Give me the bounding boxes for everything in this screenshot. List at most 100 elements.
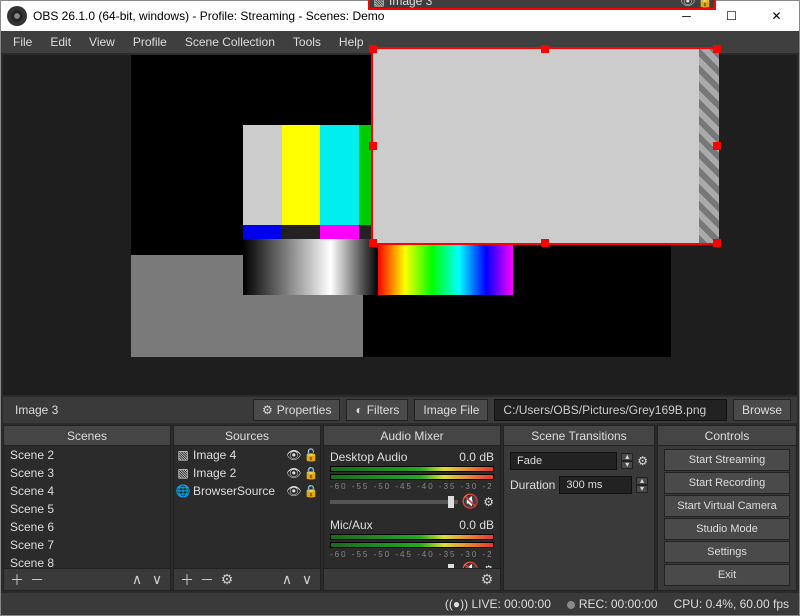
transition-select[interactable]: Fade (510, 452, 617, 470)
menu-help[interactable]: Help (331, 33, 372, 51)
handle-bm[interactable] (541, 239, 549, 247)
add-scene-button[interactable]: ＋ (8, 571, 26, 589)
scene-down-button[interactable]: ∨ (148, 571, 166, 589)
channel-level: 0.0 dB (459, 518, 494, 532)
scene-item[interactable]: Scene 4 (4, 482, 170, 500)
sources-header: Sources (174, 426, 320, 446)
live-status: ((●)) LIVE: 00:00:00 (445, 597, 551, 611)
globe-icon: 🌐 (176, 484, 190, 498)
visibility-icon[interactable]: 👁 (287, 448, 301, 462)
controls-header: Controls (658, 426, 796, 446)
handle-tm[interactable] (541, 45, 549, 53)
source-item[interactable]: 🌐 BrowserSource 👁 🔒 (174, 482, 320, 500)
window-title: OBS 26.1.0 (64-bit, windows) - Profile: … (33, 9, 664, 23)
controls-panel: Controls Start Streaming Start Recording… (657, 425, 797, 591)
scenes-header: Scenes (4, 426, 170, 446)
audio-mixer-panel: Audio Mixer Desktop Audio0.0 dB -60 -55 … (323, 425, 501, 591)
studio-mode-button[interactable]: Studio Mode (664, 518, 790, 540)
menu-scene-collection[interactable]: Scene Collection (177, 33, 283, 51)
gear-icon[interactable]: ⚙ (483, 495, 494, 509)
transitions-header: Scene Transitions (504, 426, 654, 446)
scenes-list[interactable]: Scene 1 Scene 2 Scene 3 Scene 4 Scene 5 … (4, 446, 170, 568)
vu-meter (330, 534, 494, 540)
image-file-label: Image File (414, 399, 488, 421)
duration-input[interactable]: 300 ms (559, 476, 632, 494)
gear-icon: ⚙ (262, 403, 273, 417)
scene-item[interactable]: Scene 3 (4, 464, 170, 482)
mute-icon[interactable]: 🔇 (462, 561, 479, 568)
rec-status: REC: 00:00:00 (567, 597, 658, 611)
source-down-button[interactable]: ∨ (298, 571, 316, 589)
mixer-menu-button[interactable]: ⚙ (478, 571, 496, 589)
scene-up-button[interactable]: ∧ (128, 571, 146, 589)
exit-button[interactable]: Exit (664, 564, 790, 586)
meter-ticks: -60 -55 -50 -45 -40 -35 -30 -25 -20 -15 … (330, 550, 494, 559)
image-icon: ▧ (176, 448, 190, 462)
handle-tl[interactable] (369, 45, 377, 53)
mixer-channel: Mic/Aux 0.0 dB -60 -55 -50 -45 -40 -35 -3… (324, 514, 500, 568)
vu-meter (330, 542, 494, 548)
transition-spin[interactable]: ▴▾ (621, 453, 633, 469)
scene-item[interactable]: Scene 5 (4, 500, 170, 518)
selection-outline[interactable] (371, 47, 719, 245)
source-item[interactable]: ▧ Image 2 👁 🔒 (174, 464, 320, 482)
start-streaming-button[interactable]: Start Streaming (664, 449, 790, 471)
vu-meter (330, 466, 494, 472)
visibility-icon[interactable]: 👁 (287, 484, 301, 498)
lock-icon[interactable]: 🔓 (304, 448, 318, 462)
scene-item[interactable]: Scene 2 (4, 446, 170, 464)
image-icon: ▧ (176, 466, 190, 480)
preview-area[interactable] (3, 55, 797, 395)
menu-edit[interactable]: Edit (42, 33, 79, 51)
handle-ml[interactable] (369, 142, 377, 150)
remove-scene-button[interactable]: － (28, 571, 46, 589)
volume-slider[interactable] (330, 568, 458, 569)
menu-file[interactable]: File (5, 33, 40, 51)
source-up-button[interactable]: ∧ (278, 571, 296, 589)
volume-slider[interactable] (330, 500, 458, 504)
duration-spin[interactable]: ▴▾ (636, 477, 648, 493)
filters-button[interactable]: ◐Filters (346, 399, 408, 421)
start-virtual-camera-button[interactable]: Start Virtual Camera (664, 495, 790, 517)
lock-icon[interactable]: 🔒 (304, 466, 318, 480)
gear-icon[interactable]: ⚙ (637, 454, 648, 468)
status-bar: ((●)) LIVE: 00:00:00 REC: 00:00:00 CPU: … (1, 593, 799, 615)
duration-label: Duration (510, 478, 555, 492)
menu-tools[interactable]: Tools (285, 33, 329, 51)
scenes-panel: Scenes Scene 1 Scene 2 Scene 3 Scene 4 S… (3, 425, 171, 591)
menu-view[interactable]: View (81, 33, 123, 51)
lock-icon[interactable]: 🔒 (304, 484, 318, 498)
add-source-button[interactable]: ＋ (178, 571, 196, 589)
app-icon (7, 6, 27, 26)
handle-br[interactable] (713, 239, 721, 247)
start-recording-button[interactable]: Start Recording (664, 472, 790, 494)
handle-tr[interactable] (713, 45, 721, 53)
remove-source-button[interactable]: － (198, 571, 216, 589)
selected-source-name: Image 3 (9, 403, 247, 417)
sources-list[interactable]: ▧ Image 4 👁 🔓 ▧ Image 3 👁 🔒 ▧ Image 2 👁 … (174, 446, 320, 568)
properties-button[interactable]: ⚙Properties (253, 399, 340, 421)
scene-item[interactable]: Scene 8 (4, 554, 170, 568)
source-label: BrowserSource (193, 484, 284, 498)
handle-mr[interactable] (713, 142, 721, 150)
image-file-input[interactable]: C:/Users/OBS/Pictures/Grey169B.png (494, 399, 727, 421)
scene-item[interactable]: Scene 6 (4, 518, 170, 536)
visibility-icon[interactable]: 👁 (287, 466, 301, 480)
mute-icon[interactable]: 🔇 (462, 493, 479, 510)
source-label: Image 4 (193, 448, 284, 462)
cpu-status: CPU: 0.4%, 60.00 fps (674, 597, 789, 611)
source-toolbar: Image 3 ⚙Properties ◐Filters Image File … (3, 397, 797, 423)
source-label: Image 2 (193, 466, 284, 480)
browse-button[interactable]: Browse (733, 399, 791, 421)
source-item[interactable]: ▧ Image 4 👁 🔓 (174, 446, 320, 464)
source-properties-button[interactable]: ⚙ (218, 571, 236, 589)
filters-icon: ◐ (355, 403, 362, 417)
settings-button[interactable]: Settings (664, 541, 790, 563)
scene-item[interactable]: Scene 7 (4, 536, 170, 554)
channel-level: 0.0 dB (459, 450, 494, 464)
close-button[interactable]: ✕ (754, 1, 799, 31)
transitions-panel: Scene Transitions Fade ▴▾ ⚙ Duration 300… (503, 425, 655, 591)
channel-name: Mic/Aux (330, 518, 373, 532)
menu-profile[interactable]: Profile (125, 33, 175, 51)
handle-bl[interactable] (369, 239, 377, 247)
